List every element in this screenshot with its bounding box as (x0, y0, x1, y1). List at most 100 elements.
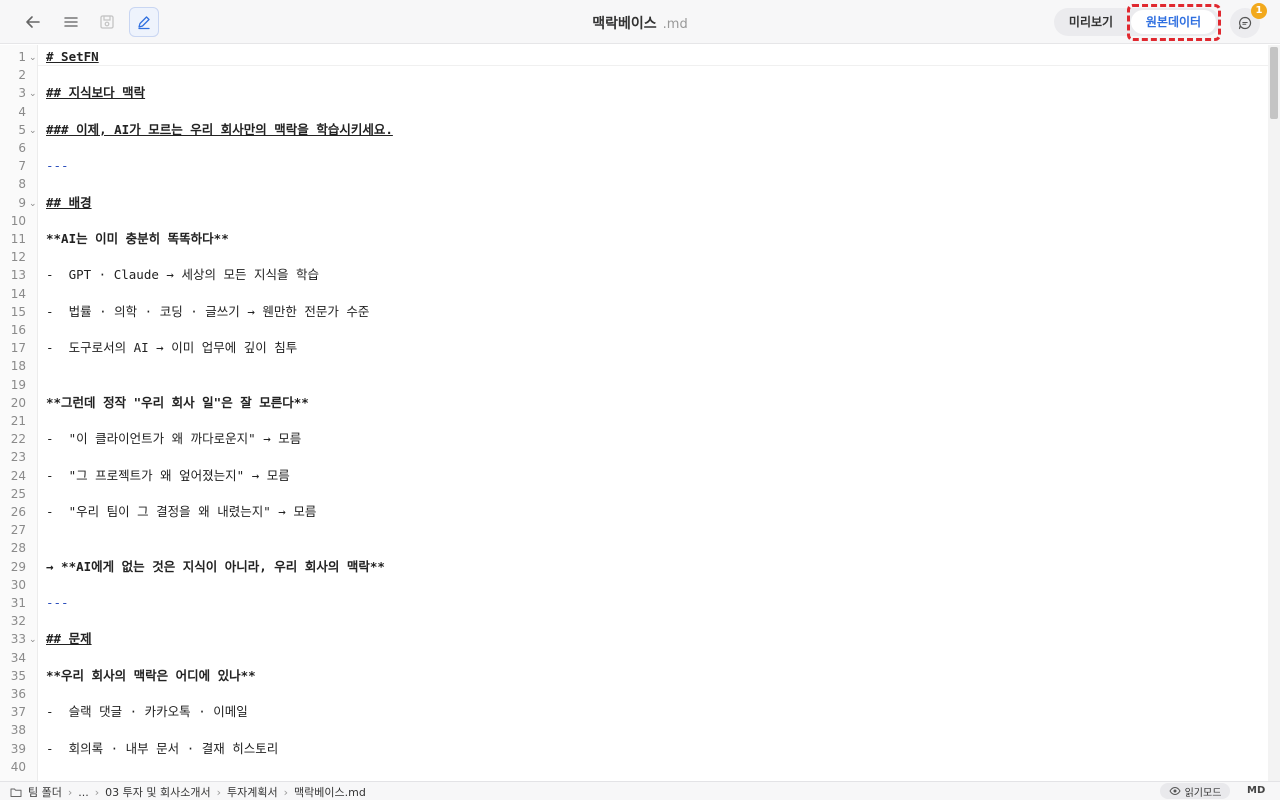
line-number: 14 (10, 286, 26, 301)
line-text: - 법률 · 의학 · 코딩 · 글쓰기 → 웬만한 전문가 수준 (46, 303, 370, 319)
line-number: 12 (10, 250, 26, 265)
fold-chevron-icon[interactable]: ⌄ (29, 126, 37, 136)
read-mode-label: 읽기모드 (1184, 787, 1222, 799)
top-toolbar: 맥락베이스 .md 미리보기 원본데이터 1 (0, 0, 1280, 44)
editor-line[interactable]: 35 **우리 회사의 맥락은 어디에 있나** (0, 667, 1268, 685)
line-number: 17 (10, 341, 26, 356)
line-number: 7 (18, 159, 26, 174)
editor-line[interactable]: 30 (0, 576, 1268, 594)
folder-icon (10, 788, 22, 797)
editor-line[interactable]: 19 (0, 376, 1268, 394)
breadcrumb-separator: › (94, 785, 100, 799)
line-number: 9 (18, 195, 26, 210)
line-number: 31 (10, 596, 26, 610)
line-number: 18 (10, 359, 26, 374)
markdown-editor[interactable]: 1 ⌄ # SetFN 2 3 ⌄ ## 지식보다 맥락 4 5 ⌄ ### 이제, AI가 모르는… (0, 45, 1268, 781)
editor-line[interactable]: 1 ⌄ # SetFN (0, 48, 1268, 66)
editor-line[interactable]: 9 ⌄ ## 배경 (0, 194, 1268, 212)
editor-line[interactable]: 37 - 슬랙 댓글 · 카카오톡 · 이메일 (0, 703, 1268, 721)
editor-line[interactable]: 22 - "이 클라이언트가 왜 까다로운지" → 모름 (0, 430, 1268, 448)
editor-line[interactable]: 31 --- (0, 594, 1268, 612)
line-number: 32 (10, 614, 26, 629)
line-number: 25 (10, 486, 26, 501)
fold-chevron-icon[interactable]: ⌄ (29, 199, 37, 209)
editor-line[interactable]: 40 (0, 758, 1268, 776)
editor-line[interactable]: 25 (0, 485, 1268, 503)
fold-chevron-icon[interactable]: ⌄ (29, 53, 37, 63)
editor-line[interactable]: 20 **그런데 정작 "우리 회사 일"은 잘 모른다** (0, 394, 1268, 412)
line-text: - 도구로서의 AI → 이미 업무에 깊이 침투 (46, 340, 298, 356)
line-number: 3 (18, 86, 26, 101)
breadcrumb-item[interactable]: 투자계획서 (227, 784, 278, 800)
fold-chevron-icon[interactable]: ⌄ (29, 635, 37, 645)
editor-line[interactable]: 38 (0, 721, 1268, 739)
editor-line[interactable]: 32 (0, 612, 1268, 630)
editor-line[interactable]: 21 (0, 412, 1268, 430)
line-text: ## 문제 (46, 631, 92, 647)
editor-line[interactable]: 2 (0, 66, 1268, 84)
line-number: 8 (18, 177, 26, 192)
line-number: 21 (10, 414, 26, 428)
line-number: 20 (10, 395, 26, 410)
line-number: 4 (18, 104, 26, 119)
line-text: --- (46, 158, 69, 174)
line-text: # SetFN (46, 49, 99, 64)
raw-data-tab-highlight (1127, 4, 1221, 41)
vertical-scrollbar[interactable] (1268, 45, 1280, 781)
editor-line[interactable]: 14 (0, 285, 1268, 303)
line-number: 6 (18, 141, 26, 155)
editor-line[interactable]: 23 (0, 448, 1268, 466)
fold-chevron-icon[interactable]: ⌄ (29, 89, 37, 99)
line-text: **그런데 정작 "우리 회사 일"은 잘 모른다** (46, 394, 309, 410)
line-text: **AI는 이미 충분히 똑똑하다** (46, 231, 229, 246)
status-bar: 팀 폴더 › ... › 03 투자 및 회사소개서 › 투자계획서 › 맥락베… (0, 781, 1280, 800)
line-text: --- (46, 595, 69, 610)
line-number: 30 (10, 577, 26, 592)
breadcrumb-separator: › (283, 785, 289, 799)
line-number: 39 (10, 741, 26, 756)
breadcrumb-item[interactable]: 03 투자 및 회사소개서 (105, 784, 210, 800)
editor-line[interactable]: 33 ⌄ ## 문제 (0, 630, 1268, 648)
editor-line[interactable]: 34 (0, 649, 1268, 667)
editor-line[interactable]: 36 (0, 685, 1268, 703)
line-number: 28 (10, 541, 26, 556)
line-number: 33 (10, 632, 26, 647)
preview-tab[interactable]: 미리보기 (1054, 8, 1128, 36)
scrollbar-thumb[interactable] (1270, 47, 1278, 119)
editor-line[interactable]: 3 ⌄ ## 지식보다 맥락 (0, 84, 1268, 102)
editor-line[interactable]: 4 (0, 103, 1268, 121)
editor-line[interactable]: 17 - 도구로서의 AI → 이미 업무에 깊이 침투 (0, 339, 1268, 357)
read-mode-button[interactable]: 읽기모드 (1160, 783, 1230, 799)
editor-line[interactable]: 6 (0, 139, 1268, 157)
line-number: 37 (10, 705, 26, 720)
line-number: 5 (18, 122, 26, 137)
editor-line[interactable]: 26 - "우리 팀이 그 결정을 왜 내렸는지" → 모름 (0, 503, 1268, 521)
editor-line[interactable]: 10 (0, 212, 1268, 230)
breadcrumb-item[interactable]: ... (78, 786, 89, 799)
line-number: 10 (10, 213, 26, 228)
editor-line[interactable]: 16 (0, 321, 1268, 339)
editor-line[interactable]: 18 (0, 357, 1268, 375)
editor-line[interactable]: 29 → **AI에게 없는 것은 지식이 아니라, 우리 회사의 맥락** (0, 558, 1268, 576)
editor-line[interactable]: 12 (0, 248, 1268, 266)
chat-bubble-icon (1238, 16, 1252, 30)
editor-line[interactable]: 8 (0, 175, 1268, 193)
line-text: → **AI에게 없는 것은 지식이 아니라, 우리 회사의 맥락** (46, 558, 385, 574)
line-number: 13 (10, 268, 26, 283)
line-number: 27 (10, 523, 26, 538)
line-number: 16 (10, 323, 26, 337)
editor-line[interactable]: 39 - 회의록 · 내부 문서 · 결재 히스토리 (0, 740, 1268, 758)
editor-line[interactable]: 27 (0, 521, 1268, 539)
notification-badge: 1 (1251, 3, 1267, 19)
editor-line[interactable]: 7 --- (0, 157, 1268, 175)
line-text: - "이 클라이언트가 왜 까다로운지" → 모름 (46, 431, 302, 447)
breadcrumb-current: 맥락베이스.md (294, 786, 366, 799)
breadcrumb-item[interactable]: 팀 폴더 (28, 784, 62, 800)
editor-line[interactable]: 5 ⌄ ### 이제, AI가 모르는 우리 회사만의 맥락을 학습시키세요. (0, 121, 1268, 139)
file-format-label: MD (1247, 785, 1266, 796)
editor-line[interactable]: 11 **AI는 이미 충분히 똑똑하다** (0, 230, 1268, 248)
editor-line[interactable]: 28 (0, 539, 1268, 557)
editor-line[interactable]: 24 - "그 프로젝트가 왜 엎어졌는지" → 모름 (0, 467, 1268, 485)
editor-line[interactable]: 15 - 법률 · 의학 · 코딩 · 글쓰기 → 웬만한 전문가 수준 (0, 303, 1268, 321)
editor-line[interactable]: 13 - GPT · Claude → 세상의 모든 지식을 학습 (0, 266, 1268, 284)
